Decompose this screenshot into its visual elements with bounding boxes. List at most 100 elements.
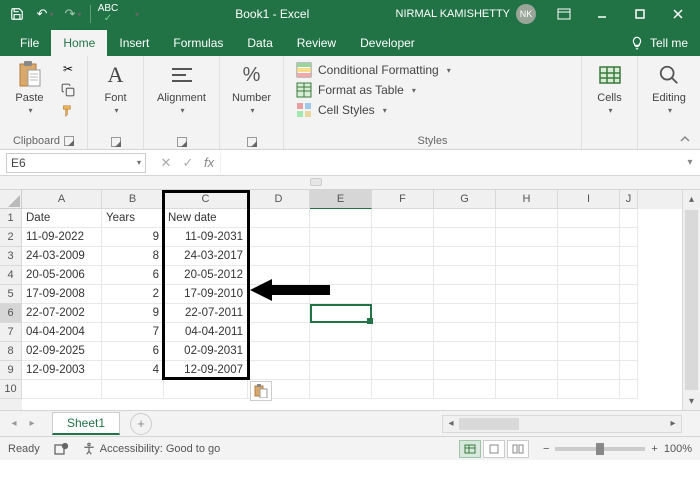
cell[interactable]: 20-05-2006 [22,266,102,285]
cell[interactable]: 02-09-2025 [22,342,102,361]
cell[interactable]: 20-05-2012 [164,266,248,285]
horizontal-scrollbar[interactable]: ◂ ▸ [442,415,682,433]
paste-button[interactable]: Paste▾ [8,60,51,115]
cell[interactable]: 12-09-2003 [22,361,102,380]
cancel-formula-icon[interactable]: ✕ [156,153,176,173]
vertical-scrollbar[interactable]: ▴ ▾ [682,190,700,410]
user-account[interactable]: NIRMAL KAMISHETTY NK [396,4,537,24]
cell[interactable]: 6 [102,266,164,285]
save-icon[interactable] [4,2,30,26]
scroll-down-icon[interactable]: ▾ [683,392,700,410]
tab-file[interactable]: File [8,30,51,56]
col-header[interactable]: B [102,190,164,209]
zoom-slider[interactable] [555,447,645,451]
tab-home[interactable]: Home [51,30,107,56]
tab-formulas[interactable]: Formulas [161,30,235,56]
row-header[interactable]: 3 [0,247,22,266]
clipboard-dialog-launcher[interactable] [64,136,74,146]
row-header[interactable]: 6 [0,304,22,323]
scroll-right-icon[interactable]: ▸ [665,418,681,429]
macro-record-icon[interactable] [54,442,68,456]
cell[interactable]: Date [22,209,102,228]
page-break-view-icon[interactable] [507,440,529,458]
cell[interactable]: 9 [102,304,164,323]
namebox-dropdown-icon[interactable]: ▾ [137,158,141,167]
col-header[interactable]: D [248,190,310,209]
enter-formula-icon[interactable]: ✓ [178,153,198,173]
sheet-tab[interactable]: Sheet1 [52,412,120,435]
qat-customize-icon[interactable]: ▾ [123,2,149,26]
format-as-table-button[interactable]: Format as Table▾ [292,80,573,100]
zoom-level[interactable]: 100% [664,443,692,455]
formula-input[interactable] [220,153,680,173]
cell[interactable]: 24-03-2017 [164,247,248,266]
cell[interactable]: Years [102,209,164,228]
cell[interactable]: 22-07-2002 [22,304,102,323]
cell[interactable]: New date [164,209,248,228]
ribbon-display-options-icon[interactable] [546,0,582,28]
alignment-dialog-launcher[interactable] [177,137,187,147]
cut-icon[interactable]: ✂ [57,60,79,78]
zoom-in-icon[interactable]: + [651,443,657,455]
format-painter-icon[interactable] [57,102,79,120]
cell[interactable]: 4 [102,361,164,380]
undo-icon[interactable]: ↶▾ [32,2,58,26]
cells-button[interactable]: Cells▾ [590,60,629,115]
tab-data[interactable]: Data [235,30,284,56]
minimize-icon[interactable] [584,0,620,28]
col-header[interactable]: A [22,190,102,209]
page-layout-view-icon[interactable] [483,440,505,458]
col-header[interactable]: F [372,190,434,209]
number-dialog-launcher[interactable] [247,137,257,147]
cell[interactable]: 17-09-2010 [164,285,248,304]
tab-developer[interactable]: Developer [348,30,427,56]
insert-function-icon[interactable]: fx [204,155,220,170]
cell[interactable]: 6 [102,342,164,361]
paste-options-icon[interactable] [250,381,272,401]
col-header[interactable]: I [558,190,620,209]
col-header[interactable]: C [164,190,248,209]
sheet-nav-next-icon[interactable]: ▸ [24,418,40,429]
col-header[interactable]: J [620,190,638,209]
row-header[interactable]: 8 [0,342,22,361]
cell[interactable]: 04-04-2011 [164,323,248,342]
editing-button[interactable]: Editing▾ [646,60,692,115]
zoom-out-icon[interactable]: − [543,443,549,455]
number-button[interactable]: % Number▾ [228,60,275,115]
maximize-icon[interactable] [622,0,658,28]
redo-icon[interactable]: ↷▾ [60,2,86,26]
accessibility-status[interactable]: Accessibility: Good to go [82,442,220,456]
scroll-thumb[interactable] [459,418,519,430]
cell[interactable]: 11-09-2022 [22,228,102,247]
tab-review[interactable]: Review [285,30,348,56]
alignment-button[interactable]: Alignment▾ [152,60,211,115]
cell[interactable]: 17-09-2008 [22,285,102,304]
sheet-nav-prev-icon[interactable]: ◂ [6,418,22,429]
font-dialog-launcher[interactable] [111,137,121,147]
cell[interactable]: 8 [102,247,164,266]
row-header[interactable]: 4 [0,266,22,285]
tell-me[interactable]: Tell me [618,30,700,56]
cell[interactable]: 9 [102,228,164,247]
col-header[interactable]: G [434,190,496,209]
cell[interactable]: 02-09-2031 [164,342,248,361]
cell[interactable]: 11-09-2031 [164,228,248,247]
formula-bar-resize[interactable] [0,176,700,190]
row-header[interactable]: 7 [0,323,22,342]
scroll-left-icon[interactable]: ◂ [443,418,459,429]
col-header[interactable]: H [496,190,558,209]
normal-view-icon[interactable] [459,440,481,458]
row-header[interactable]: 9 [0,361,22,380]
expand-formula-bar-icon[interactable]: ▾ [680,157,700,168]
cell[interactable]: 7 [102,323,164,342]
cell[interactable]: 12-09-2007 [164,361,248,380]
zoom-control[interactable]: − + 100% [543,443,692,455]
copy-icon[interactable] [57,81,79,99]
cell[interactable]: 24-03-2009 [22,247,102,266]
cell[interactable]: 2 [102,285,164,304]
cell[interactable]: 04-04-2004 [22,323,102,342]
font-button[interactable]: A Font▾ [96,60,135,115]
spellcheck-icon[interactable]: ABC✓ [95,2,121,26]
row-header[interactable]: 2 [0,228,22,247]
close-icon[interactable] [660,0,696,28]
